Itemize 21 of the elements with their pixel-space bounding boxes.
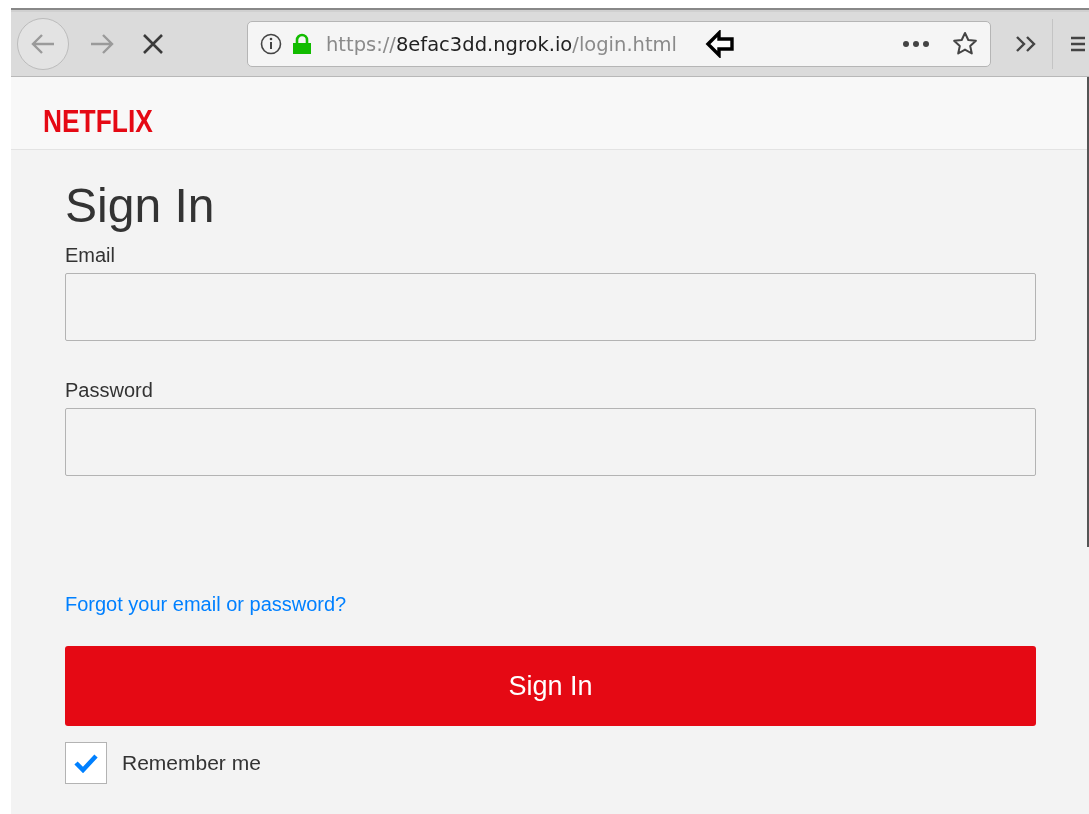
forgot-password-link[interactable]: Forgot your email or password? xyxy=(65,593,347,616)
stop-icon[interactable] xyxy=(141,32,165,56)
input-field[interactable] xyxy=(65,408,1036,476)
field-label: Password xyxy=(65,379,153,402)
logo[interactable]: NETFLIX xyxy=(43,86,153,140)
left-arrow-icon xyxy=(705,30,735,58)
back-arrow-icon xyxy=(30,33,56,55)
input-field[interactable] xyxy=(65,273,1036,341)
checkbox[interactable] xyxy=(65,742,107,784)
address-bar[interactable]: https://8efac3dd.ngrok.io/login.html xyxy=(247,21,991,67)
sign-in-button[interactable]: Sign In xyxy=(65,646,1036,726)
menu-icon[interactable] xyxy=(1071,35,1085,53)
page-heading: Sign In xyxy=(65,178,216,234)
more-icon[interactable] xyxy=(902,40,930,48)
star-icon[interactable] xyxy=(952,31,978,57)
url-text: https://8efac3dd.ngrok.io/login.html xyxy=(326,32,677,56)
info-icon[interactable] xyxy=(260,33,282,55)
checkbox-label: Remember me xyxy=(122,751,261,775)
field-label: Email xyxy=(65,244,115,267)
chevron-icon[interactable] xyxy=(1015,35,1037,53)
checkmark-icon xyxy=(73,753,99,773)
